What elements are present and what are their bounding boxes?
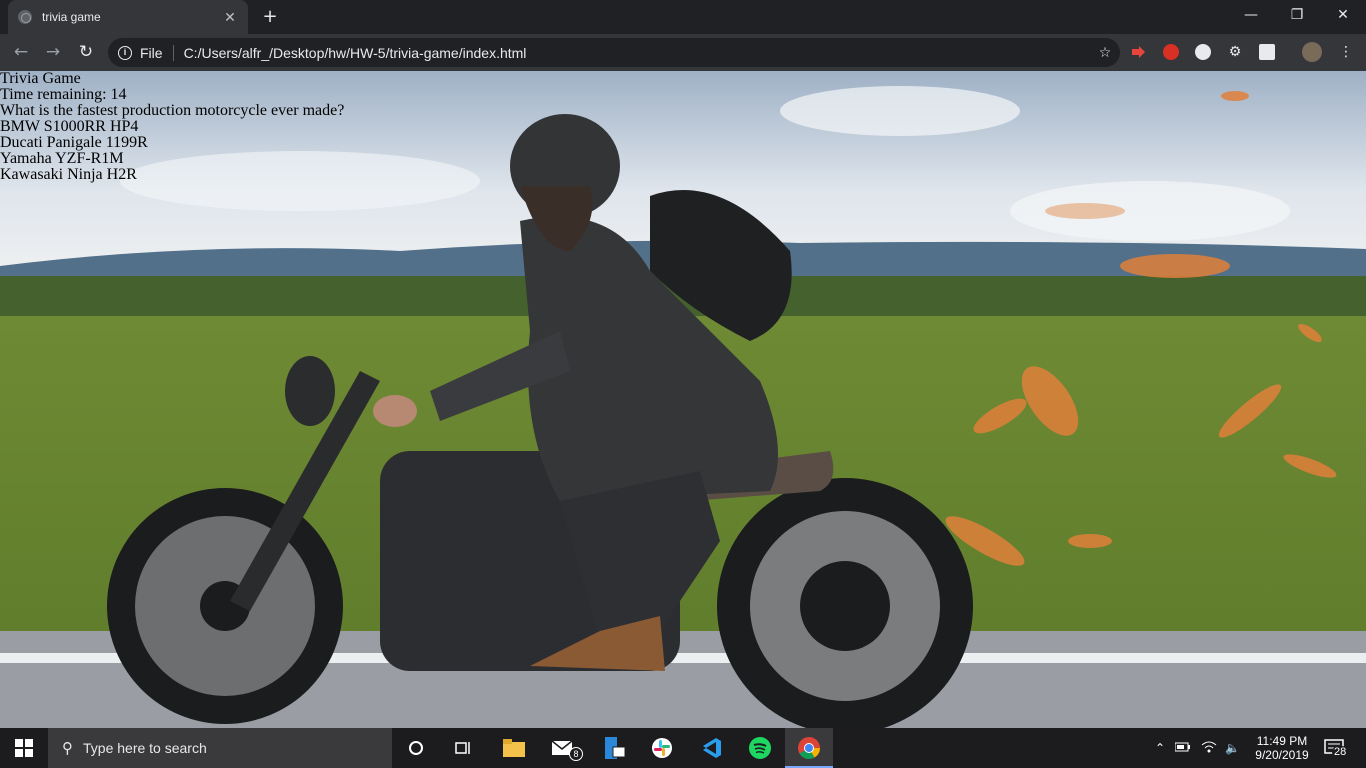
tab-title: trivia game [42, 10, 101, 24]
menu-kebab-icon[interactable]: ⋮ [1338, 44, 1354, 60]
address-scheme: File [140, 44, 163, 61]
browser-toolbar: ← → ↻ i File C:/Users/alfr_/Desktop/hw/H… [0, 34, 1366, 71]
task-view-icon[interactable] [440, 728, 488, 768]
clock-date: 9/20/2019 [1255, 748, 1309, 762]
slack-icon[interactable] [638, 728, 686, 768]
trivia-container: Trivia Game Time remaining: 14 What is t… [0, 71, 344, 183]
spotify-icon[interactable] [736, 728, 784, 768]
timer-text: Time remaining: 14 [0, 86, 127, 103]
back-arrow-icon[interactable]: ← [9, 41, 33, 63]
file-explorer-icon[interactable] [490, 728, 538, 768]
answer-option-4[interactable]: Kawasaki Ninja H2R [0, 167, 344, 183]
extension-circle-icon[interactable] [1195, 44, 1211, 60]
browser-tabstrip: trivia game ✕ + — ❐ ✕ [0, 0, 1366, 34]
taskbar-search-box[interactable]: ⚲ Type here to search [48, 728, 392, 768]
tab-trivia-game[interactable]: trivia game ✕ [8, 0, 248, 34]
clock-time: 11:49 PM [1256, 734, 1308, 748]
wifi-icon[interactable] [1201, 741, 1217, 756]
globe-icon [18, 10, 32, 24]
minimize-button[interactable]: — [1228, 0, 1274, 30]
notification-badge: 28 [1332, 746, 1349, 758]
close-window-button[interactable]: ✕ [1320, 0, 1366, 30]
windows-start-icon[interactable] [0, 728, 48, 768]
page-viewport: Trivia Game Time remaining: 14 What is t… [0, 71, 1366, 728]
battery-icon[interactable] [1174, 741, 1191, 755]
notification-center-icon[interactable]: 28 [1324, 728, 1349, 768]
chevron-up-icon[interactable]: ⌃ [1155, 741, 1165, 755]
search-icon: ⚲ [62, 739, 73, 757]
extension-gear-icon[interactable]: ⚙ [1227, 44, 1243, 60]
extension-window-icon[interactable] [1259, 44, 1275, 60]
search-placeholder: Type here to search [83, 740, 207, 756]
volume-icon[interactable]: 🔈 [1225, 741, 1240, 755]
address-bar[interactable]: i File C:/Users/alfr_/Desktop/hw/HW-5/tr… [108, 38, 1120, 67]
reload-icon[interactable]: ↻ [74, 41, 98, 63]
answer-option-2[interactable]: Ducati Panigale 1199R [0, 135, 344, 151]
address-separator [172, 44, 174, 61]
trivia-title: Trivia Game [0, 71, 81, 87]
tab-close-icon[interactable]: ✕ [222, 9, 238, 26]
vscode-icon[interactable] [687, 728, 735, 768]
question-text: What is the fastest production motorcycl… [0, 102, 345, 119]
bookmark-star-icon[interactable]: ☆ [1090, 45, 1120, 61]
mail-badge: 8 [569, 747, 583, 761]
address-url[interactable]: C:/Users/alfr_/Desktop/hw/HW-5/trivia-ga… [184, 45, 1090, 61]
extension-red-arrow-icon[interactable] [1130, 44, 1146, 60]
new-tab-button[interactable]: + [258, 6, 282, 28]
cortana-icon[interactable] [392, 728, 440, 768]
forward-arrow-icon[interactable]: → [41, 41, 65, 63]
profile-avatar[interactable] [1302, 42, 1322, 62]
answer-option-1[interactable]: BMW S1000RR HP4 [0, 119, 344, 135]
outlook-icon[interactable] [590, 728, 638, 768]
windows-taskbar: ⚲ Type here to search 8 ⌃ 🔈 11:49 PM 9/2… [0, 728, 1366, 768]
chrome-taskbar-icon[interactable] [785, 728, 833, 768]
answer-option-3[interactable]: Yamaha YZF-R1M [0, 151, 344, 167]
system-tray: ⌃ 🔈 [1155, 728, 1240, 768]
mail-icon[interactable]: 8 [540, 728, 588, 768]
info-icon[interactable]: i [118, 45, 132, 60]
clock[interactable]: 11:49 PM 9/20/2019 [1252, 728, 1312, 768]
restore-button[interactable]: ❐ [1274, 0, 1320, 30]
extension-hand-icon[interactable] [1163, 44, 1179, 60]
